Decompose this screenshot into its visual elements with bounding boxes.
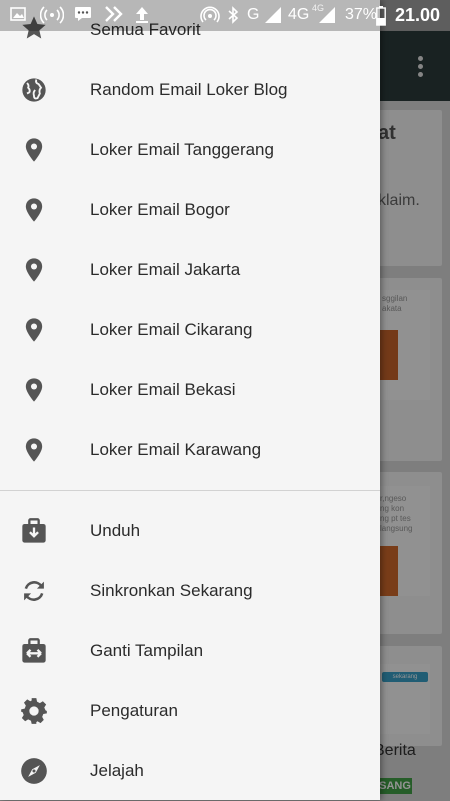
- battery-percent: 37%: [345, 6, 378, 23]
- drawer-item-ganti-tampilan[interactable]: Ganti Tampilan: [0, 621, 380, 681]
- drawer-item-loker-email-bekasi[interactable]: Loker Email Bekasi: [0, 360, 380, 420]
- drawer-divider: [0, 490, 380, 491]
- drawer-item-label: Unduh: [90, 521, 141, 540]
- signal-icon: [264, 6, 282, 26]
- drawer-item-loker-email-karawang[interactable]: Loker Email Karawang: [0, 420, 380, 480]
- sync-icon: [20, 577, 48, 605]
- drawer-item-random-email-loker-blog[interactable]: Random Email Loker Blog: [0, 60, 380, 120]
- location-pin-icon: [20, 256, 48, 284]
- drawer-item-label: Loker Email Karawang: [90, 440, 262, 459]
- drawer-item-label: Loker Email Bogor: [90, 200, 230, 219]
- location-pin-icon: [20, 436, 48, 464]
- hotspot-icon: [39, 6, 65, 26]
- clock: 21.00: [394, 5, 440, 25]
- location-pin-icon: [20, 316, 48, 344]
- drawer-item-label: Loker Email Tanggerang: [90, 140, 274, 159]
- drawer-item-unduh[interactable]: Unduh: [0, 501, 380, 561]
- drawer-item-label: Loker Email Jakarta: [90, 260, 241, 279]
- download-briefcase-icon: [20, 517, 48, 545]
- signal-icon-2: [318, 6, 336, 26]
- drawer-item-label: Pengaturan: [90, 701, 178, 720]
- drawer-item-loker-email-jakarta[interactable]: Loker Email Jakarta: [0, 240, 380, 300]
- location-pin-icon: [20, 196, 48, 224]
- compass-icon: [20, 757, 48, 785]
- drawer-item-sinkronkan-sekarang[interactable]: Sinkronkan Sekarang: [0, 561, 380, 621]
- globe-icon: [20, 76, 48, 104]
- drawer-item-label: Sinkronkan Sekarang: [90, 581, 253, 600]
- gear-icon: [20, 697, 48, 725]
- switch-view-icon: [20, 637, 48, 665]
- image-notification-icon: [10, 6, 26, 26]
- network-type-text: 4G: [288, 6, 310, 23]
- battery-icon: [376, 6, 386, 26]
- drawer-item-label: Ganti Tampilan: [90, 641, 204, 660]
- upload-icon: [134, 6, 150, 26]
- drawer-item-label: Loker Email Cikarang: [90, 320, 253, 339]
- signal-type-text: G: [247, 6, 260, 23]
- wifi-hotspot-icon: [200, 6, 220, 26]
- drawer-item-loker-email-bogor[interactable]: Loker Email Bogor: [0, 180, 380, 240]
- drawer-item-label: Random Email Loker Blog: [90, 80, 288, 99]
- navigation-drawer: Semua Favorit Random Email Loker Blog Lo…: [0, 0, 380, 800]
- drawer-item-loker-email-cikarang[interactable]: Loker Email Cikarang: [0, 300, 380, 360]
- location-pin-icon: [20, 136, 48, 164]
- location-pin-icon: [20, 376, 48, 404]
- bbm-icon: [74, 6, 92, 26]
- bluetooth-icon: [226, 6, 240, 26]
- drawer-item-pengaturan[interactable]: Pengaturan: [0, 681, 380, 741]
- drawer-item-label: Jelajah: [90, 761, 144, 780]
- drawer-item-loker-email-tanggerang[interactable]: Loker Email Tanggerang: [0, 120, 380, 180]
- drawer-item-label: Loker Email Bekasi: [90, 380, 236, 399]
- status-bar: G 4G 4G 37% 21.00: [0, 0, 450, 31]
- fast-forward-icon: [104, 6, 124, 26]
- drawer-item-jelajah[interactable]: Jelajah: [0, 741, 380, 801]
